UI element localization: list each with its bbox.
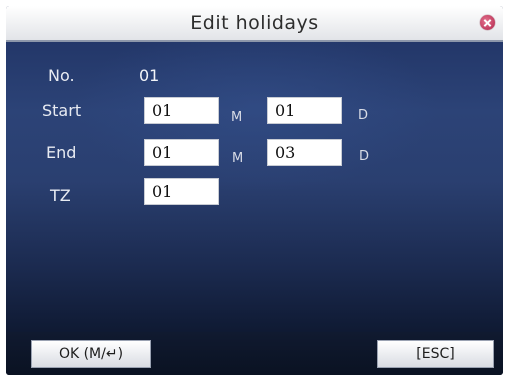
close-icon[interactable] <box>480 15 495 30</box>
button-bar: OK (M/↵) [ESC] <box>6 332 503 375</box>
form-panel: No. 01 Start 01 M 01 D End 01 M 03 D TZ … <box>6 42 503 332</box>
end-day-unit: D <box>359 149 370 164</box>
end-month-field[interactable]: 01 <box>144 139 219 166</box>
start-month-field[interactable]: 01 <box>144 97 219 124</box>
end-month-unit: M <box>232 151 244 166</box>
start-label: Start <box>42 101 82 120</box>
end-label: End <box>46 143 77 162</box>
tz-field[interactable]: 01 <box>144 178 219 205</box>
start-day-field[interactable]: 01 <box>267 97 342 124</box>
dialog-window: Edit holidays No. 01 Start 01 M 01 D End… <box>6 6 503 375</box>
start-day-unit: D <box>358 108 369 123</box>
end-day-field[interactable]: 03 <box>267 139 342 166</box>
no-value: 01 <box>139 66 160 85</box>
esc-button[interactable]: [ESC] <box>377 340 494 368</box>
device-screen: Edit holidays No. 01 Start 01 M 01 D End… <box>0 0 509 381</box>
no-label: No. <box>48 66 75 85</box>
start-month-unit: M <box>231 110 243 125</box>
tz-label: TZ <box>50 186 71 205</box>
title-bar: Edit holidays <box>6 6 503 42</box>
ok-button[interactable]: OK (M/↵) <box>31 340 151 368</box>
window-title: Edit holidays <box>190 12 319 34</box>
